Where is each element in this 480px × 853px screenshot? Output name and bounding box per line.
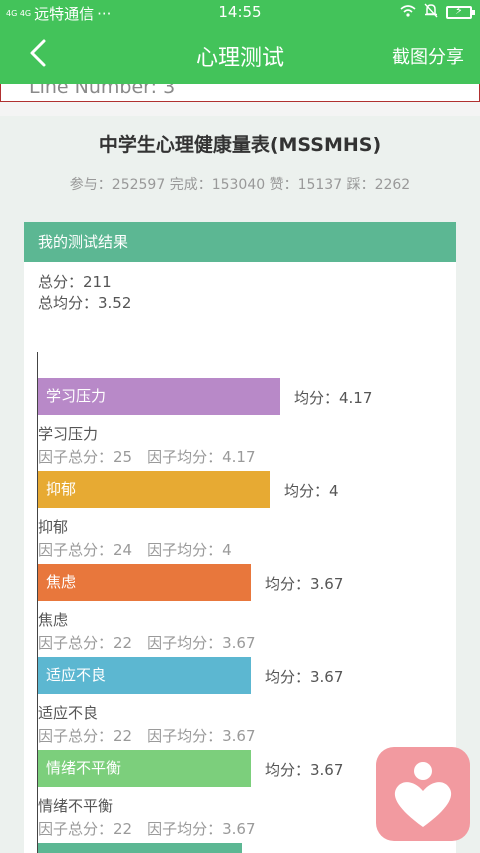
nav-bar: 心理测试 截图分享 [0,24,480,84]
factor-average-label: 均分：3.67 [265,761,344,779]
factor-item: 适应不良 均分：3.67 适应不良 因子总分：22 因子均分：3.67 [38,657,456,749]
wifi-icon [400,4,416,21]
factor-average-label: 均分：3.67 [265,668,344,686]
test-title: 中学生心理健康量表(MSSMHS) [98,134,382,156]
status-bar: 4G 4G 远特通信 ··· 14:55 ⚡ [0,0,480,24]
factor-bar: 学习压力 [38,378,280,415]
factor-name: 情绪不平衡 [38,797,114,815]
factor-detail: 因子总分：22 因子均分：3.67 [38,727,256,745]
factor-item: 焦虑 均分：3.67 焦虑 因子总分：22 因子均分：3.67 [38,564,456,656]
factor-average-label: 均分：3.67 [265,575,344,593]
test-stats: 参与：252597 完成：153040 赞：15137 踩：2262 [69,177,411,193]
factor-average-label: 均分：4.17 [294,389,373,407]
status-right: ⚡ [400,3,475,21]
debug-line-box: Line Number: 3 [0,84,480,102]
factor-item: 抑郁 均分：4 抑郁 因子总分：24 因子均分：4 [38,471,456,563]
heart-person-icon [394,762,452,827]
battery-charging-icon: ⚡ [446,4,475,19]
factor-detail: 因子总分：24 因子均分：4 [38,541,232,559]
factor-detail: 因子总分：25 因子均分：4.17 [38,448,256,466]
factor-detail: 因子总分：22 因子均分：3.67 [38,634,256,652]
test-result-page: 中学生心理健康量表(MSSMHS) 参与：252597 完成：153040 赞：… [0,116,480,853]
factor-name: 抑郁 [38,518,69,536]
result-totals: 总分：211 总均分：3.52 [38,272,131,314]
factor-bar: 抑郁 [38,471,270,508]
floating-app-button[interactable] [376,747,470,841]
screenshot-share-button[interactable]: 截图分享 [392,43,464,69]
factor-bar: 情绪不平衡 [38,750,251,787]
factor-name: 焦虑 [38,611,69,629]
factor-average-label: 均分：4 [284,482,339,500]
factor-name: 适应不良 [38,704,99,722]
debug-line-text: Line Number: 3 [29,84,176,98]
total-score: 总分：211 [38,273,112,291]
total-average: 总均分：3.52 [38,294,132,312]
result-card-header: 我的测试结果 [24,222,456,262]
factor-name: 学习压力 [38,425,99,443]
factor-detail: 因子总分：22 因子均分：3.67 [38,820,256,838]
factor-bar-partial [38,843,242,853]
factor-item: 学习压力 均分：4.17 学习压力 因子总分：25 因子均分：4.17 [38,378,456,470]
factor-bar: 适应不良 [38,657,251,694]
bell-muted-icon [424,3,438,21]
factor-bar: 焦虑 [38,564,251,601]
